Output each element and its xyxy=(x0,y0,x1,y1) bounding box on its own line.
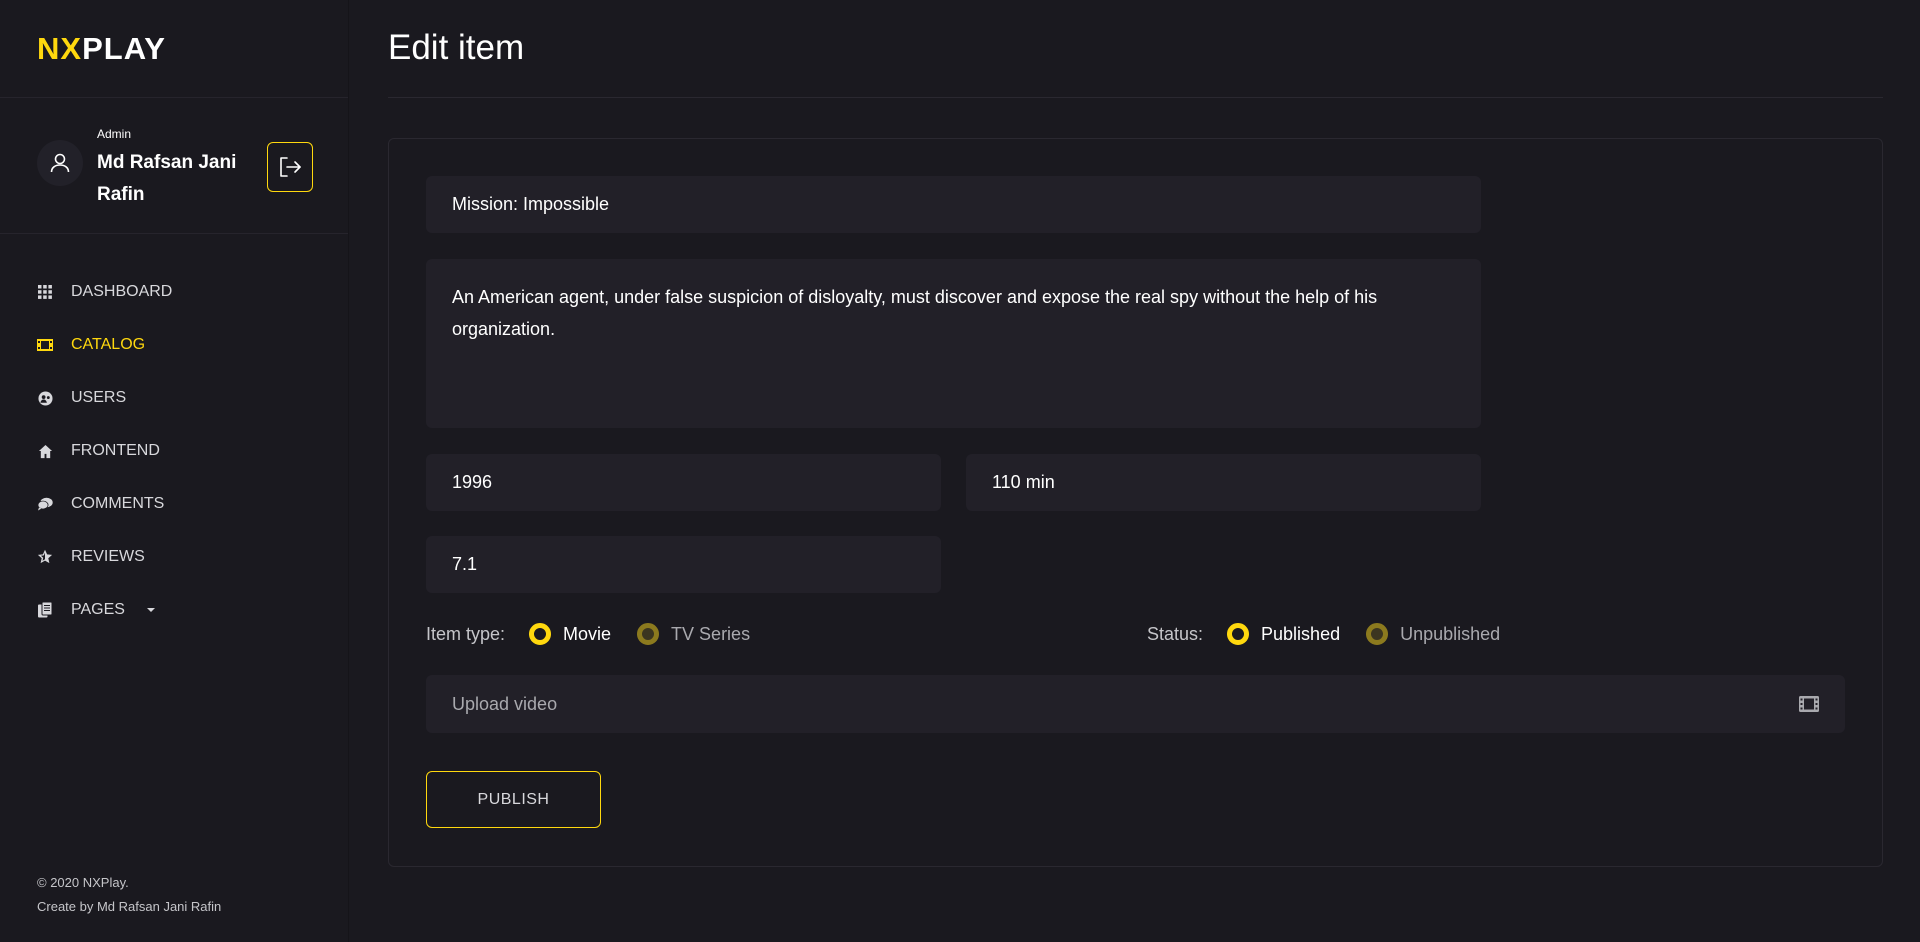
radio-label-published: Published xyxy=(1261,623,1341,644)
radio-unpublished[interactable]: Unpublished xyxy=(1366,623,1500,645)
nav-item-comments[interactable]: COMMENTS xyxy=(37,489,164,519)
title-divider xyxy=(388,97,1883,98)
upload-video-field[interactable]: Upload video xyxy=(426,675,1845,733)
grid-icon xyxy=(37,284,53,300)
item-type-group: Item type: Movie TV Series xyxy=(426,623,776,645)
nav-label: CATALOG xyxy=(71,336,146,353)
radio-label-tv-series: TV Series xyxy=(671,623,751,644)
rating-input[interactable]: 7.1 xyxy=(426,536,941,593)
home-icon xyxy=(37,443,53,459)
radio-published[interactable]: Published xyxy=(1227,623,1340,645)
nav-item-dashboard[interactable]: DASHBOARD xyxy=(37,277,172,307)
comments-icon xyxy=(37,496,53,512)
brand-highlight: NX xyxy=(37,31,83,66)
pages-icon xyxy=(37,602,53,618)
radio-label-unpublished: Unpublished xyxy=(1400,623,1501,644)
star-icon xyxy=(37,549,53,565)
radio-indicator xyxy=(529,623,552,645)
user-role: Admin xyxy=(97,127,132,141)
status-label: Status: xyxy=(1147,623,1204,644)
film-icon xyxy=(37,337,53,353)
logout-icon xyxy=(280,157,301,177)
nav-item-reviews[interactable]: REVIEWS xyxy=(37,542,145,572)
publish-button[interactable]: PUBLISH xyxy=(426,771,601,828)
radio-movie[interactable]: Movie xyxy=(529,623,611,645)
avatar xyxy=(37,140,83,186)
description-textarea[interactable]: An American agent, under false suspicion… xyxy=(426,259,1481,428)
radio-indicator xyxy=(1227,623,1250,645)
status-group: Status: Published Unpublished xyxy=(1147,623,1526,645)
sidebar-divider xyxy=(0,233,349,234)
user-icon xyxy=(50,153,70,173)
nav-label: DASHBOARD xyxy=(71,283,173,300)
chevron-down-icon xyxy=(146,608,155,612)
video-icon xyxy=(1799,696,1819,712)
nav-item-pages[interactable]: PAGES xyxy=(37,595,155,625)
item-type-label: Item type: xyxy=(426,623,506,644)
sidebar: NXPLAY Admin Md Rafsan Jani Rafin DASHBO… xyxy=(0,0,349,942)
credit-text: Create by Md Rafsan Jani Rafin xyxy=(37,899,222,914)
nav-label: USERS xyxy=(71,389,127,406)
radio-tv-series[interactable]: TV Series xyxy=(637,623,750,645)
nav-item-frontend[interactable]: FRONTEND xyxy=(37,436,160,466)
sidebar-divider xyxy=(0,97,349,98)
radio-label-movie: Movie xyxy=(563,623,612,644)
brand-logo[interactable]: NXPLAY xyxy=(37,31,166,66)
page-title: Edit item xyxy=(388,28,525,67)
upload-video-label: Upload video xyxy=(452,693,558,714)
nav-label: FRONTEND xyxy=(71,442,160,459)
brand-rest: PLAY xyxy=(82,31,166,66)
sidebar-footer: © 2020 NXPlay. Create by Md Rafsan Jani … xyxy=(37,871,221,919)
radio-indicator xyxy=(1366,623,1389,645)
title-input[interactable]: Mission: Impossible xyxy=(426,176,1481,233)
year-input[interactable]: 1996 xyxy=(426,454,941,511)
logout-button[interactable] xyxy=(267,142,313,192)
nav-label: REVIEWS xyxy=(71,548,145,565)
users-icon xyxy=(37,390,53,406)
copyright-text: © 2020 NXPlay. xyxy=(37,875,129,890)
nav-label: COMMENTS xyxy=(71,495,165,512)
duration-input[interactable]: 110 min xyxy=(966,454,1481,511)
nav-item-catalog[interactable]: CATALOG xyxy=(37,330,145,360)
nav-label: PAGES xyxy=(71,601,125,618)
user-name: Md Rafsan Jani Rafin xyxy=(97,152,237,205)
nav-item-users[interactable]: USERS xyxy=(37,383,126,413)
radio-indicator xyxy=(637,623,660,645)
